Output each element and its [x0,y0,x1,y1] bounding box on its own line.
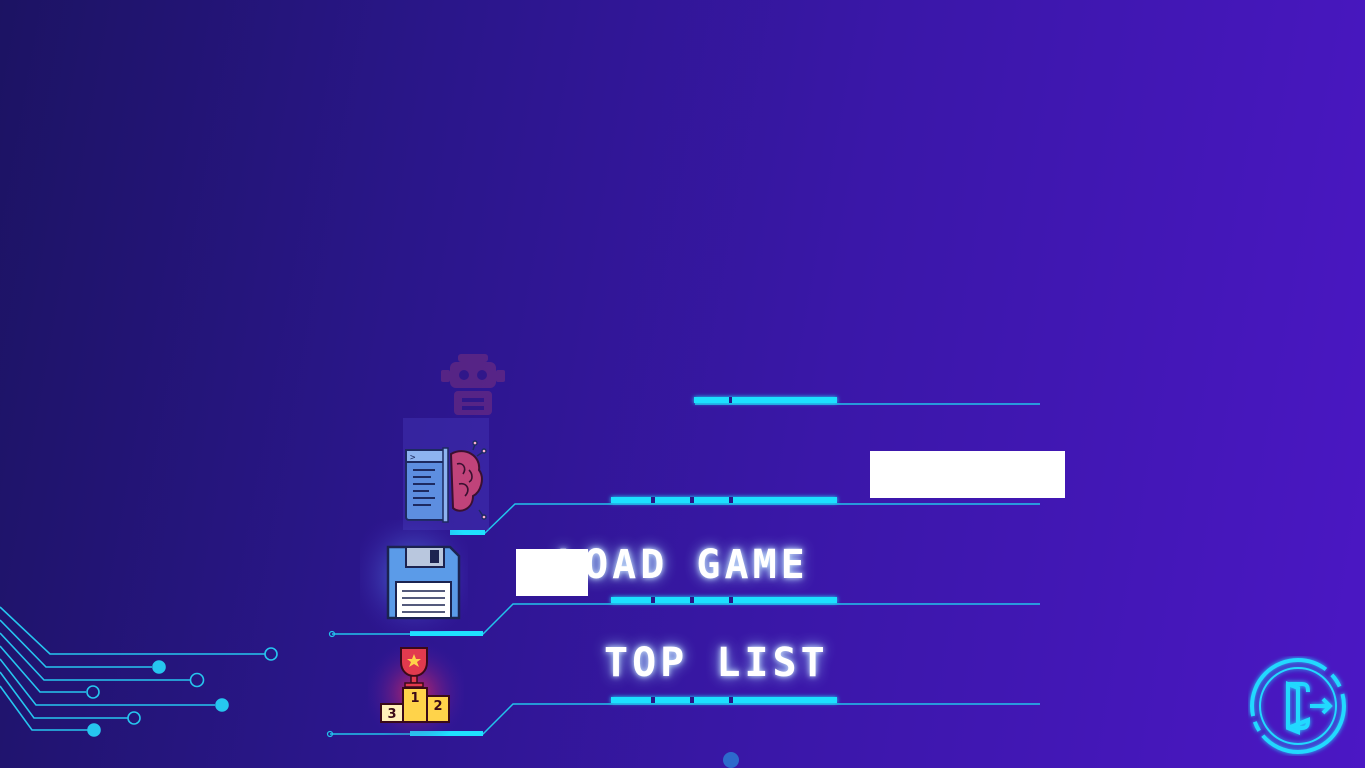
menu-label-top-list[interactable]: TOP LIST [604,640,829,686]
menu-underline-2 [450,497,1040,535]
redaction-block [516,549,588,596]
menu-underline-1 [694,397,1040,405]
podium-trophy-icon[interactable]: 1 2 3 [368,640,464,736]
exit-door-icon [1250,658,1346,754]
podium-second-label: 2 [433,699,442,714]
decor-dot [723,752,739,768]
podium-first-label: 1 [410,691,419,706]
podium-third-label: 3 [387,707,396,722]
svg-text:>_: >_ [410,453,421,463]
robot-icon[interactable] [436,348,510,424]
menu-label-ai-mode[interactable] [870,451,1065,498]
code-brain-icon[interactable]: >_ [403,418,489,530]
menu-label-load-game[interactable]: LOAD GAME [556,542,809,588]
exit-button[interactable] [1248,656,1348,756]
floppy-disk-icon[interactable] [360,520,468,632]
circuit-traces-left [0,606,278,737]
